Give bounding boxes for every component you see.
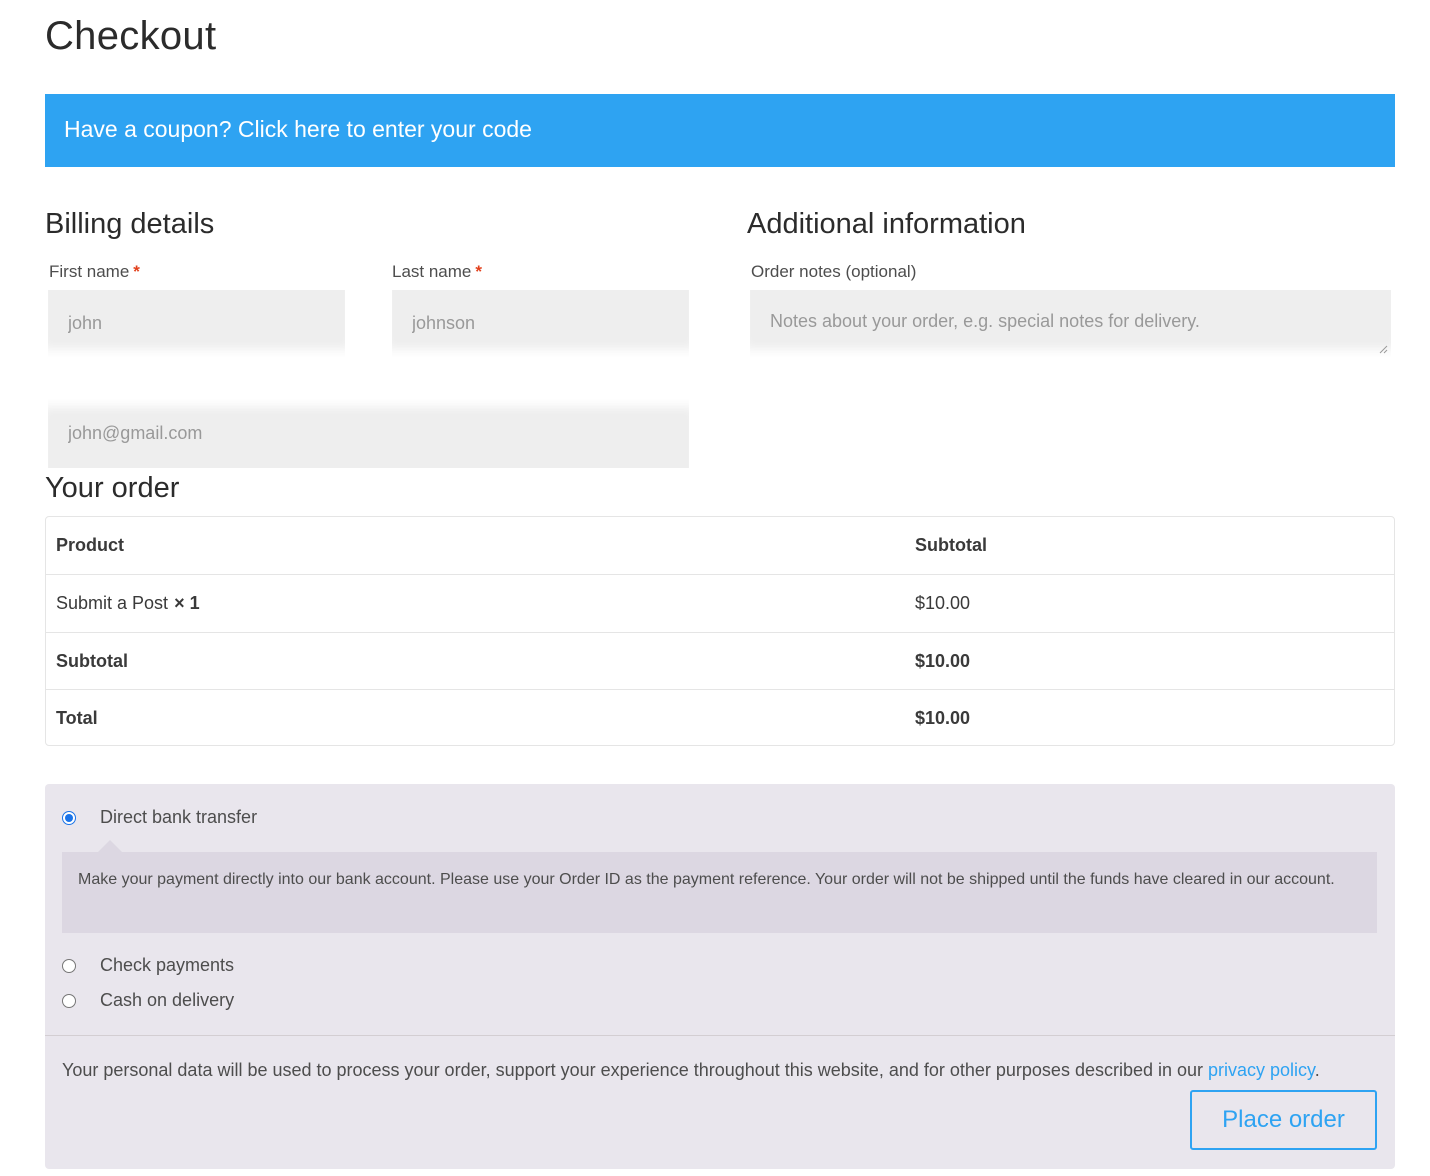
resize-handle-icon[interactable] — [1379, 345, 1388, 354]
place-order-button[interactable]: Place order — [1190, 1090, 1377, 1150]
total-label: Total — [56, 708, 98, 728]
billing-heading: Billing details — [45, 208, 215, 240]
product-subtotal: $10.00 — [915, 593, 971, 613]
total-row: Total $10.00 — [46, 689, 1394, 746]
email-input[interactable] — [48, 399, 689, 468]
table-header-row: Product Subtotal — [46, 517, 1394, 574]
required-mark: * — [475, 262, 483, 281]
privacy-notice: Your personal data will be used to proce… — [62, 1060, 1320, 1080]
payment-option-cod[interactable]: Cash on delivery — [62, 990, 234, 1011]
subtotal-value: $10.00 — [915, 651, 971, 671]
total-value: $10.00 — [915, 708, 971, 728]
order-notes-label: Order notes (optional) — [751, 262, 917, 281]
additional-info-heading: Additional information — [747, 208, 1026, 240]
first-name-input[interactable] — [48, 290, 345, 357]
radio-cash-on-delivery[interactable] — [62, 993, 76, 1008]
payment-option-bank-transfer[interactable]: Direct bank transfer — [62, 807, 257, 828]
column-header-subtotal: Subtotal — [915, 535, 987, 555]
last-name-label: Last name * — [392, 262, 483, 281]
payment-section: Direct bank transfer Make your payment d… — [45, 784, 1395, 1169]
product-name: Submit a Post — [56, 593, 169, 613]
coupon-banner[interactable]: Have a coupon? Click here to enter your … — [45, 94, 1395, 167]
radio-bank-transfer[interactable] — [62, 810, 76, 825]
divider — [45, 1035, 1395, 1036]
order-review-table: Product Subtotal Submit a Post × 1 $10.00… — [45, 516, 1395, 746]
payment-option-check[interactable]: Check payments — [62, 955, 234, 976]
privacy-policy-link[interactable]: privacy policy — [1208, 1060, 1315, 1080]
last-name-input[interactable] — [392, 290, 689, 357]
subtotal-row: Subtotal $10.00 — [46, 632, 1394, 689]
your-order-heading: Your order — [45, 472, 180, 504]
subtotal-label: Subtotal — [56, 651, 128, 671]
product-quantity: × 1 — [174, 593, 200, 613]
payment-description: Make your payment directly into our bank… — [62, 840, 1377, 933]
order-notes-textarea[interactable]: Notes about your order, e.g. special not… — [750, 290, 1391, 357]
coupon-link[interactable]: Have a coupon? Click here to enter your … — [64, 116, 532, 142]
order-notes-placeholder: Notes about your order, e.g. special not… — [770, 311, 1200, 331]
table-row: Submit a Post × 1 $10.00 — [46, 574, 1394, 631]
column-header-product: Product — [56, 535, 125, 555]
first-name-label: First name * — [49, 262, 140, 281]
page-title: Checkout — [45, 14, 217, 58]
radio-check-payments[interactable] — [62, 958, 76, 973]
required-mark: * — [133, 262, 140, 281]
